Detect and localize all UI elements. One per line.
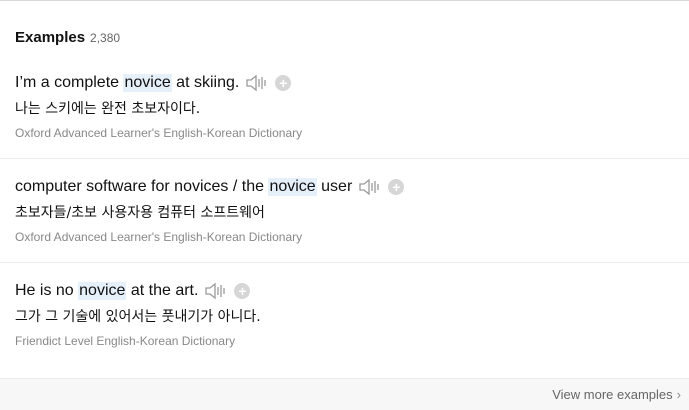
sentence-text: He is no xyxy=(15,282,79,299)
view-more-label: View more examples xyxy=(552,387,673,402)
add-to-wordlist-plus-icon[interactable]: + xyxy=(234,283,251,299)
speaker-icon[interactable] xyxy=(245,73,269,93)
example-item: I’m a complete novice at skiing. + 나는 스키… xyxy=(15,72,689,140)
example-translation: 나는 스키에는 완전 초보자이다. xyxy=(15,101,201,117)
sentence-text: at the art. xyxy=(126,282,199,299)
section-title: Examples xyxy=(15,29,86,46)
footer-bar: View more examples › xyxy=(0,378,689,410)
sentence-text: computer software for novices / the xyxy=(15,178,269,195)
chevron-right-icon: › xyxy=(676,387,681,402)
speaker-icon[interactable] xyxy=(204,281,228,301)
example-item: computer software for novices / the novi… xyxy=(15,176,689,244)
example-sentence: He is no novice at the art. + xyxy=(15,280,689,302)
example-translation: 그가 그 기술에 있어서는 풋내기가 아니다. xyxy=(15,309,261,325)
highlighted-word: novice xyxy=(78,282,127,300)
sentence-text: user xyxy=(316,178,353,195)
highlighted-word: novice xyxy=(268,178,317,196)
add-to-wordlist-plus-icon[interactable]: + xyxy=(275,75,292,91)
example-source: Oxford Advanced Learner's English-Korean… xyxy=(15,126,303,140)
example-sentence: computer software for novices / the novi… xyxy=(15,176,689,198)
examples-header: Examples 2,380 xyxy=(15,29,120,46)
row-divider xyxy=(0,262,689,263)
row-divider xyxy=(0,158,689,159)
example-source: Friendict Level English-Korean Dictionar… xyxy=(15,334,236,348)
highlighted-word: novice xyxy=(123,74,172,92)
example-item: He is no novice at the art. + 그가 그 기술에 있… xyxy=(15,280,689,348)
example-translation: 초보자들/초보 사용자용 컴퓨터 소프트웨어 xyxy=(15,205,265,221)
example-sentence: I’m a complete novice at skiing. + xyxy=(15,72,689,94)
add-to-wordlist-plus-icon[interactable]: + xyxy=(388,179,405,195)
sentence-text: I’m a complete xyxy=(15,74,124,91)
example-source: Oxford Advanced Learner's English-Korean… xyxy=(15,230,303,244)
top-divider xyxy=(0,0,689,1)
view-more-examples-link[interactable]: View more examples › xyxy=(552,387,681,402)
sentence-text: at skiing. xyxy=(171,74,240,91)
examples-count: 2,380 xyxy=(90,31,121,45)
speaker-icon[interactable] xyxy=(358,177,382,197)
